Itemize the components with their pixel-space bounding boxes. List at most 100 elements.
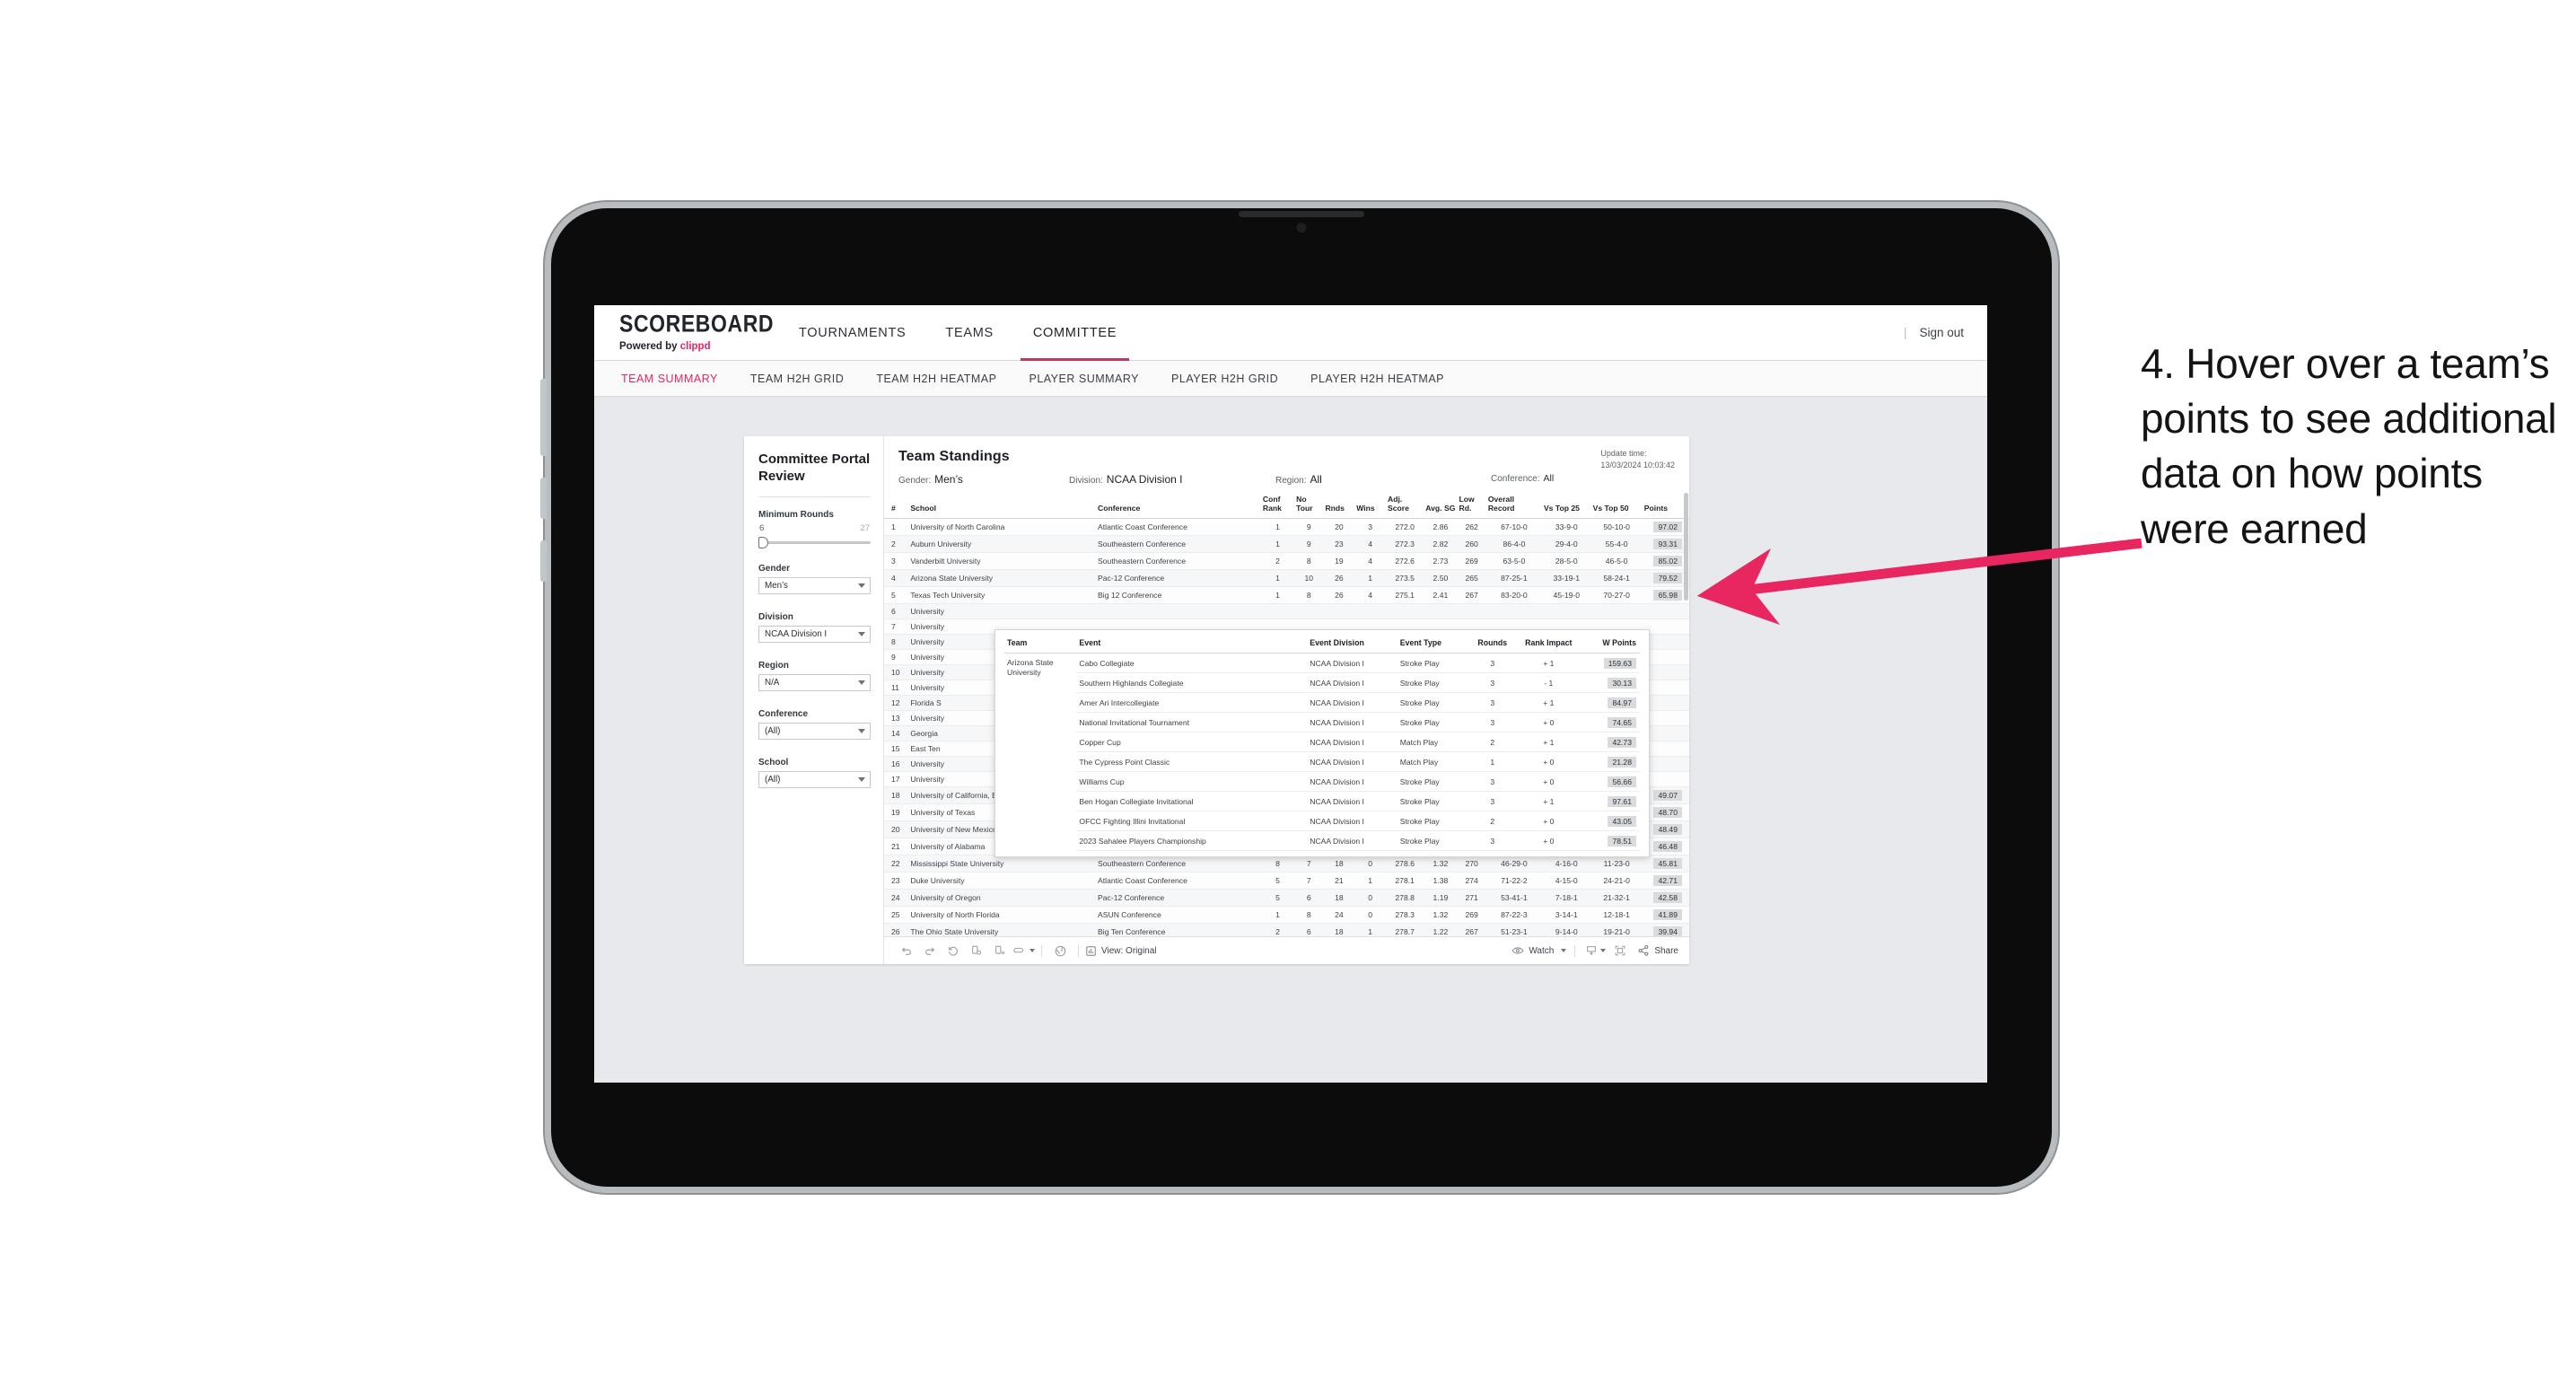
col-low-rd[interactable]: Low Rd.	[1457, 493, 1486, 519]
col-rank[interactable]: #	[884, 493, 909, 519]
brand-name: SCOREBOARD	[619, 309, 775, 338]
col-avg-sg[interactable]: Avg. SG	[1424, 493, 1458, 519]
tablet-volume-up-button[interactable]	[540, 478, 547, 519]
w-points-chip: 56.66	[1608, 776, 1636, 787]
points-chip[interactable]: 46.48	[1653, 840, 1682, 852]
cell-rnds: 26	[1323, 569, 1355, 587]
tab-team-summary[interactable]: TEAM SUMMARY	[621, 373, 718, 385]
col-vs-top-50[interactable]: Vs Top 50	[1590, 493, 1643, 519]
points-chip[interactable]: 39.94	[1653, 925, 1682, 936]
cell-ovr: 63-5-0	[1485, 552, 1542, 570]
tablet-volume-down-button[interactable]	[540, 540, 547, 582]
region-select[interactable]: N/A	[758, 674, 871, 692]
cell-t50: 12-18-1	[1590, 906, 1643, 924]
cell-low: 270	[1457, 855, 1486, 873]
cell-rnds: 18	[1323, 855, 1355, 873]
points-chip[interactable]: 42.58	[1653, 891, 1682, 903]
cell-rank: 5	[884, 586, 909, 604]
col-wins[interactable]: Wins	[1354, 493, 1387, 519]
tab-player-h2h-grid[interactable]: PLAYER H2H GRID	[1171, 373, 1278, 385]
col-vs-top-25[interactable]: Vs Top 25	[1541, 493, 1591, 519]
table-row[interactable]: 6 University	[884, 603, 1689, 619]
fullscreen-icon[interactable]	[1608, 941, 1632, 961]
table-row[interactable]: 3 Vanderbilt University Southeastern Confe…	[884, 552, 1689, 570]
minimum-rounds-slider[interactable]	[758, 536, 871, 549]
tooltip-cell-type: Match Play	[1397, 732, 1470, 752]
refresh-data-icon[interactable]	[1048, 941, 1072, 961]
revert-icon[interactable]	[942, 941, 965, 961]
tablet-power-button[interactable]	[540, 379, 547, 456]
undo-icon[interactable]	[895, 941, 918, 961]
points-chip[interactable]: 41.89	[1653, 908, 1682, 920]
points-chip[interactable]: 65.98	[1653, 589, 1682, 601]
cell-low	[1457, 603, 1486, 619]
division-select[interactable]: NCAA Division I	[758, 626, 871, 644]
cell-sg: 2.86	[1424, 518, 1458, 536]
tab-player-h2h-heatmap[interactable]: PLAYER H2H HEATMAP	[1310, 373, 1444, 385]
cell-t25	[1541, 603, 1591, 619]
pause-auto-update-icon[interactable]	[965, 941, 988, 961]
points-chip[interactable]: 79.52	[1653, 572, 1682, 583]
redo-icon[interactable]	[918, 941, 942, 961]
update-time-value: 13/03/2024 10:03:42	[1600, 461, 1675, 470]
nav-item-teams[interactable]: TEAMS	[925, 305, 1012, 361]
school-select[interactable]: (All)	[758, 771, 871, 789]
col-no-tour[interactable]: No Tour	[1294, 493, 1324, 519]
cell-rank: 19	[884, 803, 909, 821]
table-row[interactable]: 5 Texas Tech University Big 12 Conference 1…	[884, 586, 1689, 604]
table-row[interactable]: 23 Duke University Atlantic Coast Conferen…	[884, 872, 1689, 890]
nav-item-tournaments[interactable]: TOURNAMENTS	[779, 305, 925, 361]
col-conf-rank[interactable]: Conf Rank	[1260, 493, 1295, 519]
table-row[interactable]: 4 Arizona State University Pac-12 Conferen…	[884, 569, 1689, 587]
table-row[interactable]: 24 University of Oregon Pac-12 Conference 5…	[884, 889, 1689, 907]
tab-player-summary[interactable]: PLAYER SUMMARY	[1029, 373, 1139, 385]
toolbar-divider	[1078, 944, 1079, 957]
points-chip[interactable]: 49.07	[1653, 789, 1682, 801]
gender-select[interactable]: Men’s	[758, 577, 871, 595]
table-row[interactable]: 26 The Ohio State University Big Ten Confe…	[884, 923, 1689, 936]
update-time-label: Update time:	[1600, 449, 1647, 458]
cell-nt: 8	[1294, 552, 1324, 570]
table-row[interactable]: 22 Mississippi State University Southeaste…	[884, 855, 1689, 873]
table-row[interactable]: 2 Auburn University Southeastern Conferenc…	[884, 535, 1689, 553]
cell-conf: Big Ten Conference	[1096, 923, 1261, 936]
points-chip[interactable]: 97.02	[1653, 521, 1682, 532]
cell-conf: Atlantic Coast Conference	[1096, 518, 1261, 536]
tab-team-h2h-grid[interactable]: TEAM H2H GRID	[750, 373, 844, 385]
col-rnds[interactable]: Rnds	[1323, 493, 1355, 519]
chevron-down-icon	[858, 583, 865, 589]
table-row[interactable]: 25 University of North Florida ASUN Confer…	[884, 906, 1689, 924]
col-conference[interactable]: Conference	[1096, 493, 1261, 519]
points-chip[interactable]: 45.81	[1653, 857, 1682, 869]
slider-handle[interactable]	[758, 537, 768, 549]
tooltip-cell-division: NCAA Division I	[1307, 732, 1398, 752]
points-chip[interactable]: 93.31	[1653, 538, 1682, 549]
tab-team-h2h-heatmap[interactable]: TEAM H2H HEATMAP	[876, 373, 996, 385]
download-icon[interactable]	[1583, 941, 1607, 961]
resume-auto-update-icon[interactable]	[988, 941, 1012, 961]
conference-select[interactable]: (All)	[758, 723, 871, 741]
cell-low: 262	[1457, 518, 1486, 536]
points-chip[interactable]: 85.02	[1653, 555, 1682, 566]
device-preview-icon[interactable]	[1012, 941, 1035, 961]
sign-out-link[interactable]: Sign out	[1919, 326, 1964, 339]
col-overall-record[interactable]: Overall Record	[1485, 493, 1542, 519]
points-chip[interactable]: 48.70	[1653, 806, 1682, 818]
cell-school: University of North Carolina	[908, 518, 1097, 536]
view-original-button[interactable]: View: Original	[1085, 945, 1157, 957]
col-adj-score[interactable]: Adj. Score	[1386, 493, 1424, 519]
cell-cr: 1	[1260, 535, 1295, 553]
tooltip-header-row: Team Event Event Division Event Type Rou…	[1004, 636, 1640, 654]
watch-button[interactable]: Watch	[1511, 944, 1567, 957]
points-chip[interactable]: 42.71	[1653, 874, 1682, 886]
tip-col-event-division: Event Division	[1307, 636, 1398, 654]
col-school[interactable]: School	[908, 493, 1097, 519]
table-row[interactable]: 1 University of North Carolina Atlantic Co…	[884, 518, 1689, 536]
standings-header-row: # School Conference Conf Rank No Tour Rn…	[884, 493, 1689, 519]
tooltip-cell-division: NCAA Division I	[1307, 653, 1398, 673]
nav-item-committee[interactable]: COMMITTEE	[1013, 305, 1136, 361]
points-chip[interactable]: 48.49	[1653, 823, 1682, 835]
standings-table-wrapper: # School Conference Conf Rank No Tour Rn…	[884, 493, 1689, 936]
share-button[interactable]: Share	[1634, 944, 1678, 957]
filter-school: School (All)	[758, 758, 871, 789]
